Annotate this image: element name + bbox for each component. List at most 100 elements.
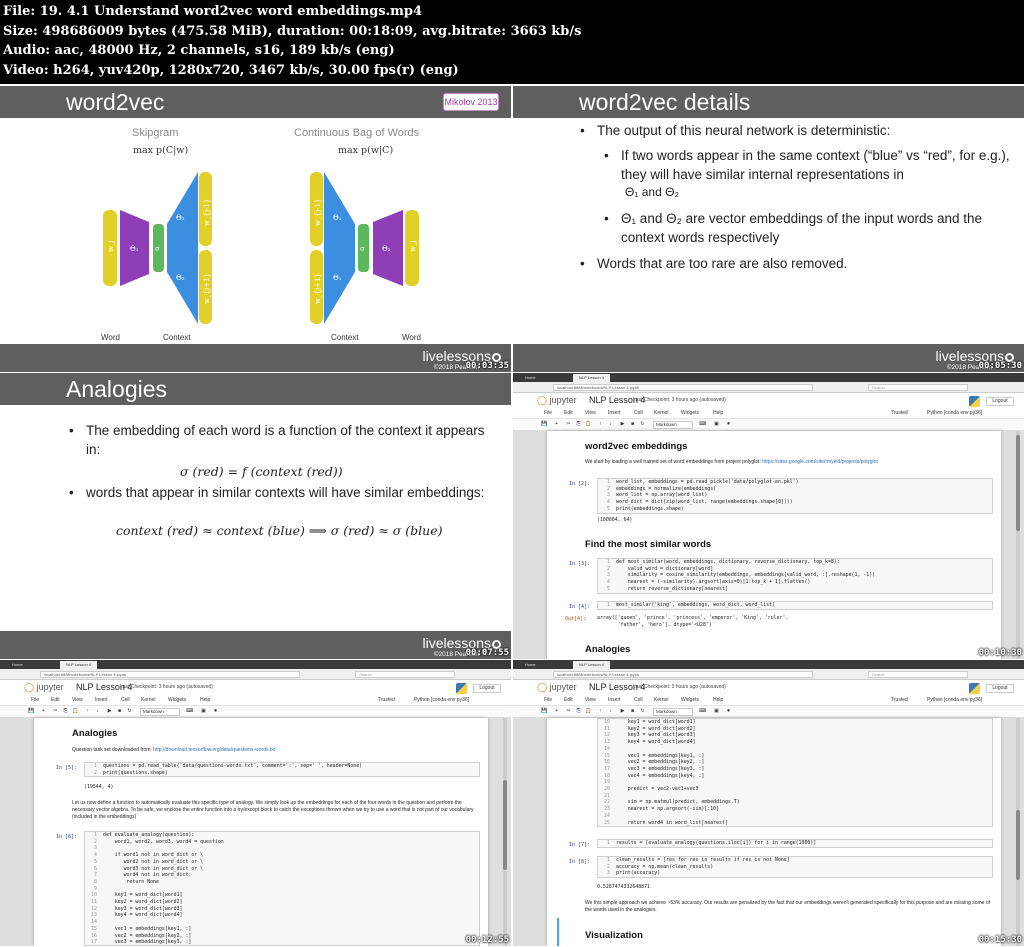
menu-file[interactable]: File [544, 697, 552, 703]
menu-insert[interactable]: Insert [95, 697, 108, 703]
logout-button[interactable]: Logout [986, 397, 1014, 406]
move-up-icon[interactable]: ↑ [597, 708, 604, 715]
menu-file[interactable]: File [544, 410, 552, 416]
menu-cell[interactable]: Cell [121, 697, 130, 703]
record-icon[interactable]: ⏺ [725, 708, 732, 715]
polyglot-link[interactable]: https://sites.google.com/site/rmyeid/pro… [762, 459, 878, 465]
paste-icon[interactable]: 📋 [585, 708, 592, 715]
restart-icon[interactable]: ↻ [639, 421, 646, 428]
move-down-icon[interactable]: ↓ [94, 708, 101, 715]
add-cell-icon[interactable]: + [40, 708, 47, 715]
record-icon[interactable]: ⏺ [725, 421, 732, 428]
scrollbar-thumb[interactable] [1016, 435, 1020, 531]
code-cell-8[interactable]: 1 clean_results = [res for res in results… [597, 856, 993, 879]
copy-icon[interactable]: ⎘ [575, 708, 582, 715]
code-cell-3[interactable]: 1 def most_similar(word, embeddings, dict… [597, 558, 993, 594]
stop-icon[interactable]: ■ [629, 708, 636, 715]
menu-insert[interactable]: Insert [608, 410, 621, 416]
menu-widgets[interactable]: Widgets [681, 697, 699, 703]
cell-toolbar-icon[interactable]: ▣ [713, 421, 720, 428]
code-cell-7[interactable]: 1 results = [evaluate_analogy(questions.i… [597, 839, 993, 848]
checkpoint-status: Last Checkpoint: 3 hours ago (autosaved) [633, 684, 726, 690]
tab-notebook[interactable]: NLP Lesson 4 [573, 661, 611, 669]
copy-icon[interactable]: ⎘ [62, 708, 69, 715]
cut-icon[interactable]: ✂ [565, 708, 572, 715]
logout-button[interactable]: Logout [473, 684, 501, 693]
run-icon[interactable]: ▶ [619, 708, 626, 715]
add-cell-icon[interactable]: + [553, 421, 560, 428]
code-cell-6-continued[interactable]: 10 key1 = word_dict[word1] 11 key2 = wor… [597, 718, 993, 828]
search-box[interactable]: Search [868, 671, 968, 678]
move-up-icon[interactable]: ↑ [84, 708, 91, 715]
move-up-icon[interactable]: ↑ [597, 421, 604, 428]
menu-view[interactable]: View [72, 697, 83, 703]
scrollbar-thumb[interactable] [1016, 810, 1020, 880]
prompt-in-7: In [7]: [569, 842, 591, 848]
menu-help[interactable]: Help [713, 697, 723, 703]
menu-edit[interactable]: Edit [564, 410, 573, 416]
menu-kernel[interactable]: Kernel [141, 697, 155, 703]
menu-widgets[interactable]: Widgets [681, 410, 699, 416]
address-bar[interactable]: localhost:8888/notebooks/NLP Lesson 4.ip… [40, 671, 300, 678]
scrollbar-thumb[interactable] [503, 780, 507, 870]
menu-edit[interactable]: Edit [51, 697, 60, 703]
copy-icon[interactable]: ⎘ [575, 421, 582, 428]
questions-link[interactable]: http://download.tensorflow.org/data/ques… [153, 747, 275, 753]
search-box[interactable]: Search [868, 384, 968, 391]
restart-icon[interactable]: ↻ [639, 708, 646, 715]
address-bar[interactable]: localhost:8888/notebooks/NLP Lesson 4.ip… [553, 384, 813, 391]
run-icon[interactable]: ▶ [106, 708, 113, 715]
keyboard-icon[interactable]: ⌨ [186, 708, 193, 715]
cell-type-select[interactable]: Markdown [653, 421, 693, 429]
menu-cell[interactable]: Cell [634, 697, 643, 703]
code-cell-6[interactable]: 1 def evaluate_analogy(question): 2 word1… [84, 831, 480, 946]
code-cell-4[interactable]: 1 most_similar('king', embeddings, word_d… [597, 601, 993, 610]
save-icon[interactable]: 💾 [541, 421, 548, 428]
logout-button[interactable]: Logout [986, 684, 1014, 693]
move-down-icon[interactable]: ↓ [607, 421, 614, 428]
menu-insert[interactable]: Insert [608, 697, 621, 703]
save-icon[interactable]: 💾 [28, 708, 35, 715]
code-cell-2[interactable]: 1 word_list, embeddings = pd.read_pickle(… [597, 478, 993, 514]
cut-icon[interactable]: ✂ [52, 708, 59, 715]
tab-home[interactable]: Home [519, 374, 542, 382]
menu-file[interactable]: File [31, 697, 39, 703]
menu-kernel[interactable]: Kernel [654, 410, 668, 416]
add-cell-icon[interactable]: + [553, 708, 560, 715]
cell-type-select[interactable]: Markdown [653, 708, 693, 716]
menu-kernel[interactable]: Kernel [654, 697, 668, 703]
menu-edit[interactable]: Edit [564, 697, 573, 703]
menu-help[interactable]: Help [713, 410, 723, 416]
move-down-icon[interactable]: ↓ [607, 708, 614, 715]
menu-view[interactable]: View [585, 697, 596, 703]
tab-home[interactable]: Home [519, 661, 542, 669]
restart-icon[interactable]: ↻ [126, 708, 133, 715]
keyboard-icon[interactable]: ⌨ [699, 421, 706, 428]
stop-icon[interactable]: ■ [116, 708, 123, 715]
tab-home[interactable]: Home [6, 661, 29, 669]
cut-icon[interactable]: ✂ [565, 421, 572, 428]
run-icon[interactable]: ▶ [619, 421, 626, 428]
formula-2: context (red) ≈ context (blue) ⟹ σ (red)… [116, 523, 443, 538]
keyboard-icon[interactable]: ⌨ [699, 708, 706, 715]
record-icon[interactable]: ⏺ [212, 708, 219, 715]
search-box[interactable]: Search [355, 671, 455, 678]
menu-help[interactable]: Help [200, 697, 210, 703]
save-icon[interactable]: 💾 [541, 708, 548, 715]
tab-notebook[interactable]: NLP Lesson 4 [60, 661, 98, 669]
code-cell-5[interactable]: 1 questions = pd.read_table('data/questio… [84, 762, 480, 778]
cell-type-select[interactable]: Markdown [140, 708, 180, 716]
tab-notebook[interactable]: NLP Lesson 4 [573, 374, 611, 382]
paste-icon[interactable]: 📋 [585, 421, 592, 428]
output-8: 0.5287474332648871 [597, 884, 650, 890]
cell-toolbar-icon[interactable]: ▣ [200, 708, 207, 715]
menu-widgets[interactable]: Widgets [168, 697, 186, 703]
wjp1-label-left: w_{j+1} [203, 273, 211, 304]
menu-cell[interactable]: Cell [634, 410, 643, 416]
cell-toolbar-icon[interactable]: ▣ [713, 708, 720, 715]
stop-icon[interactable]: ■ [629, 421, 636, 428]
menu-view[interactable]: View [585, 410, 596, 416]
address-bar[interactable]: localhost:8888/notebooks/NLP Lesson 4.ip… [553, 671, 813, 678]
notebook-container: Analogies Question task set downloaded f… [34, 718, 488, 946]
paste-icon[interactable]: 📋 [72, 708, 79, 715]
